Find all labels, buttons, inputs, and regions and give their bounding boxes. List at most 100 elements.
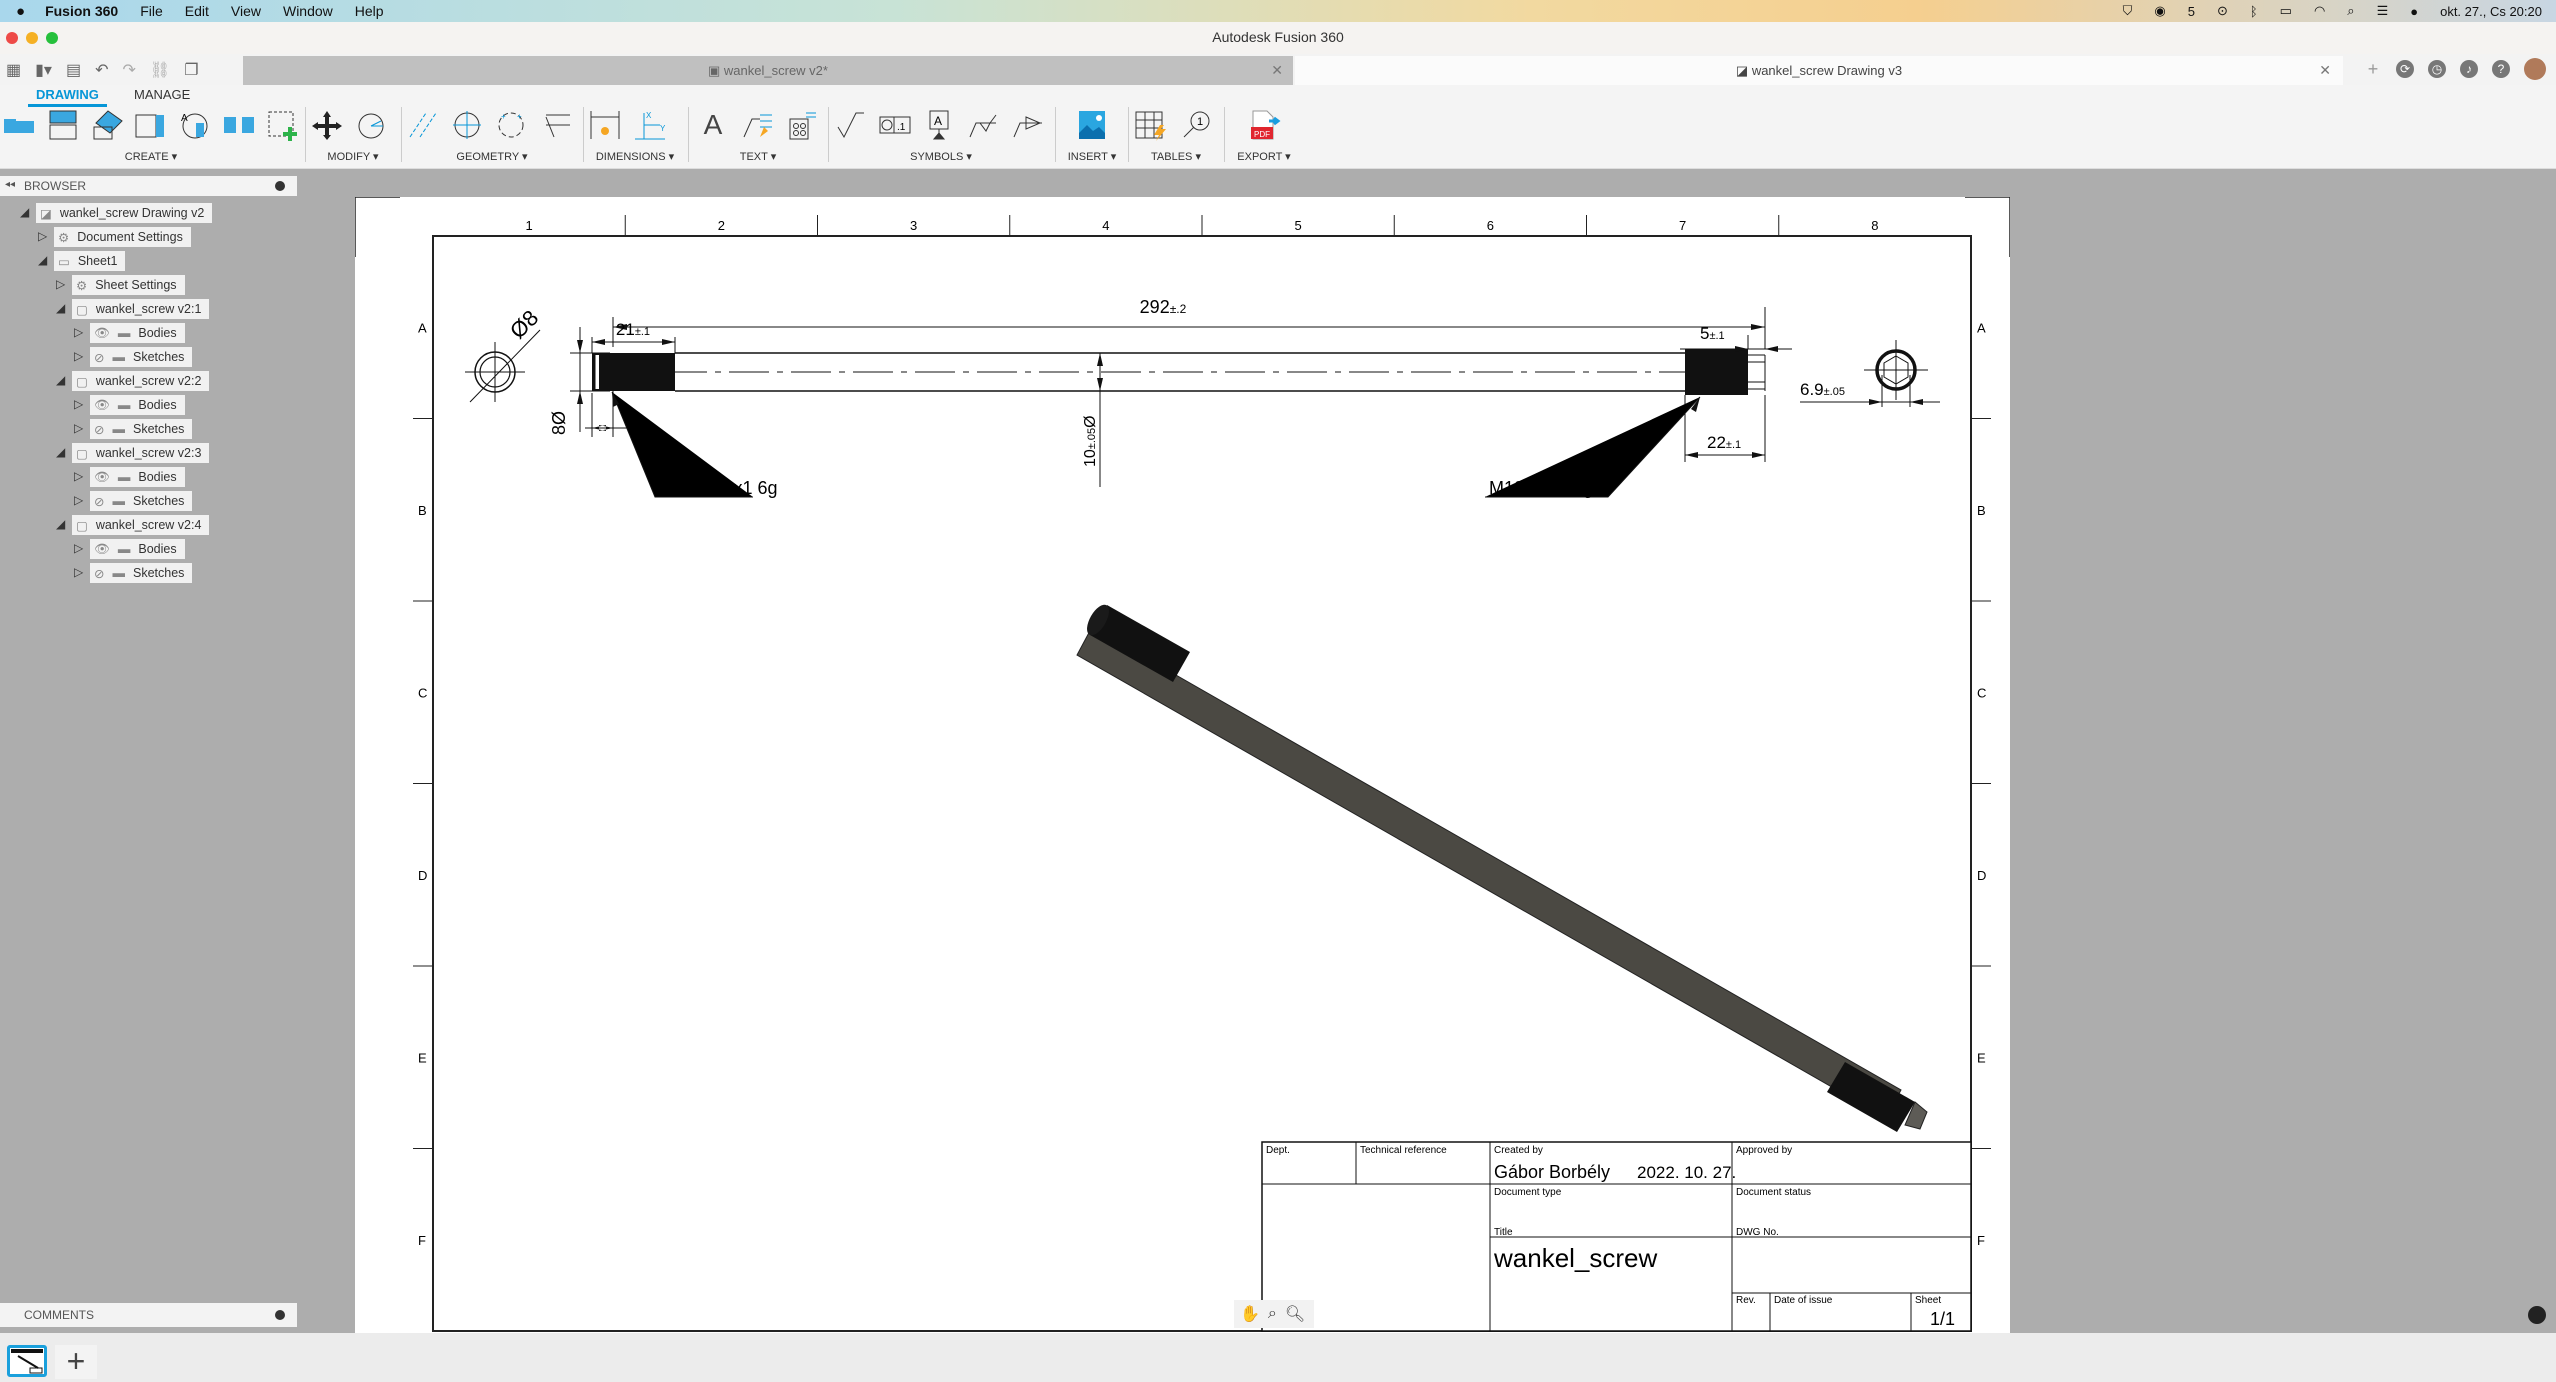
extensions-icon[interactable]: ⟳	[2396, 60, 2414, 78]
zoom-window-icon[interactable]: ⌕	[1268, 1305, 1277, 1323]
collapse-node-icon[interactable]: ◢	[56, 373, 65, 387]
collapse-node-icon[interactable]: ◢	[56, 517, 65, 531]
feature-control-frame-icon[interactable]: .1	[878, 109, 912, 141]
bluetooth-icon[interactable]: ᛒ	[2250, 4, 2258, 19]
browser-node[interactable]: ⊘ ▬ Sketches	[90, 419, 193, 439]
menu-app-name[interactable]: Fusion 360	[45, 3, 118, 19]
browser-node[interactable]: 👁︎ ▬ Bodies	[90, 323, 185, 343]
group-label[interactable]: INSERT ▾	[1062, 150, 1122, 163]
center-mark-pattern-icon[interactable]: + +	[494, 109, 528, 141]
collapse-panel-icon[interactable]: ◂◂	[5, 179, 15, 190]
redo-icon[interactable]: ↷	[123, 60, 136, 80]
ribbon-tab-manage[interactable]: MANAGE	[134, 87, 190, 102]
menu-view[interactable]: View	[231, 3, 261, 19]
add-sheet-button[interactable]: +	[55, 1345, 97, 1379]
sheet-thumbnail-1[interactable]	[7, 1345, 47, 1377]
expand-node-icon[interactable]: ▷	[74, 397, 83, 411]
close-tab-icon[interactable]: ✕	[2319, 62, 2331, 79]
undo-icon[interactable]: ↶	[95, 60, 108, 80]
expand-node-icon[interactable]: ▷	[56, 277, 65, 291]
text-icon[interactable]: A	[696, 109, 730, 141]
leader-icon[interactable]	[740, 109, 774, 141]
menu-help[interactable]: Help	[355, 3, 384, 19]
group-label[interactable]: MODIFY ▾	[310, 150, 396, 163]
move-icon[interactable]	[310, 109, 344, 141]
datum-icon[interactable]: A	[922, 109, 956, 141]
group-label[interactable]: EXPORT ▾	[1232, 150, 1296, 163]
ribbon-tab-drawing[interactable]: DRAWING	[28, 87, 107, 107]
expand-node-icon[interactable]: ▷	[74, 541, 83, 555]
play-icon[interactable]: ⊙	[2217, 3, 2228, 19]
visibility-off-icon[interactable]: ⊘	[94, 566, 104, 581]
browser-panel-header[interactable]: ◂◂ BROWSER	[0, 176, 297, 196]
sketch-icon[interactable]	[266, 109, 300, 141]
break-view-icon[interactable]: A	[178, 109, 212, 141]
edge-extension-icon[interactable]	[538, 109, 572, 141]
expand-node-icon[interactable]: ▷	[74, 469, 83, 483]
control-center-icon[interactable]: ☰	[2377, 3, 2389, 19]
grid-menu-icon[interactable]: ▦	[6, 60, 21, 80]
link-icon[interactable]: ⛓	[150, 60, 170, 80]
browser-node[interactable]: ▢ wankel_screw v2:2	[72, 371, 210, 391]
notifications-icon[interactable]: ♪	[2460, 60, 2478, 78]
visibility-on-icon[interactable]: 👁︎	[94, 398, 110, 413]
html5-icon[interactable]: 5	[2188, 4, 2195, 19]
group-label[interactable]: CREATE ▾	[2, 150, 300, 163]
visibility-on-icon[interactable]: 👁︎	[94, 326, 110, 341]
copy-icon[interactable]: ❐	[184, 60, 198, 80]
record-icon[interactable]: ◉	[2154, 3, 2165, 19]
visibility-on-icon[interactable]: 👁︎	[94, 542, 110, 557]
browser-node[interactable]: ▢ wankel_screw v2:4	[72, 515, 210, 535]
note-icon[interactable]	[784, 109, 818, 141]
browser-node[interactable]: ▢ wankel_screw v2:1	[72, 299, 210, 319]
save-icon[interactable]: ▤	[66, 60, 81, 80]
browser-node[interactable]: ▢ wankel_screw v2:3	[72, 443, 210, 463]
siri-icon[interactable]: ●	[2410, 4, 2418, 19]
visibility-off-icon[interactable]: ⊘	[94, 350, 104, 365]
wifi-icon[interactable]: ◠	[2314, 3, 2325, 19]
new-tab-icon[interactable]: +	[2364, 60, 2382, 78]
base-view-icon[interactable]	[2, 109, 36, 141]
export-pdf-icon[interactable]: PDF	[1247, 109, 1281, 141]
ordinate-dimension-icon[interactable]: XY	[632, 109, 666, 141]
visibility-off-icon[interactable]: ⊘	[94, 422, 104, 437]
welding-icon[interactable]	[966, 109, 1000, 141]
section-view-icon[interactable]	[90, 109, 124, 141]
group-label[interactable]: DIMENSIONS ▾	[588, 150, 682, 163]
collapse-node-icon[interactable]: ◢	[56, 445, 65, 459]
expand-node-icon[interactable]: ▷	[74, 325, 83, 339]
browser-node[interactable]: ⊘ ▬ Sketches	[90, 491, 193, 511]
browser-node[interactable]: ◪ wankel_screw Drawing v2	[36, 203, 213, 223]
comments-panel-header[interactable]: COMMENTS	[0, 1303, 297, 1327]
collapse-node-icon[interactable]: ◢	[38, 253, 47, 267]
tab-wankel-screw-model[interactable]: ▣ wankel_screw v2* ✕	[243, 56, 1293, 85]
user-avatar[interactable]	[2524, 58, 2546, 80]
center-mark-icon[interactable]	[450, 109, 484, 141]
panel-options-icon[interactable]	[275, 181, 285, 191]
browser-node[interactable]: ⚙ Sheet Settings	[72, 275, 185, 295]
detail-view-icon[interactable]	[134, 109, 168, 141]
balloon-icon[interactable]: 1	[1178, 109, 1212, 141]
projected-view-icon[interactable]	[46, 109, 80, 141]
browser-node[interactable]: ⊘ ▬ Sketches	[90, 563, 193, 583]
add-comment-icon[interactable]	[275, 1310, 285, 1320]
browser-node[interactable]: 👁︎ ▬ Bodies	[90, 467, 185, 487]
centerline-icon[interactable]	[406, 109, 440, 141]
rotate-icon[interactable]	[354, 109, 388, 141]
help-icon[interactable]: ?	[2492, 60, 2510, 78]
clock-datetime[interactable]: okt. 27., Cs 20:20	[2440, 4, 2542, 19]
visibility-on-icon[interactable]: 👁︎	[94, 470, 110, 485]
spotlight-icon[interactable]: ⌕	[2347, 3, 2354, 19]
tab-wankel-screw-drawing[interactable]: ◪ wankel_screw Drawing v3 ✕	[1295, 56, 2343, 85]
table-icon[interactable]	[1134, 109, 1168, 141]
battery-icon[interactable]: ▭	[2280, 3, 2292, 19]
close-tab-icon[interactable]: ✕	[1271, 62, 1283, 79]
surface-texture-icon[interactable]	[834, 109, 868, 141]
group-label[interactable]: SYMBOLS ▾	[834, 150, 1048, 163]
visibility-off-icon[interactable]: ⊘	[94, 494, 104, 509]
collapse-node-icon[interactable]: ◢	[56, 301, 65, 315]
collapse-node-icon[interactable]: ◢	[20, 205, 29, 219]
browser-node[interactable]: ⊘ ▬ Sketches	[90, 347, 193, 367]
group-label[interactable]: TEXT ▾	[696, 150, 820, 163]
group-label[interactable]: GEOMETRY ▾	[406, 150, 578, 163]
